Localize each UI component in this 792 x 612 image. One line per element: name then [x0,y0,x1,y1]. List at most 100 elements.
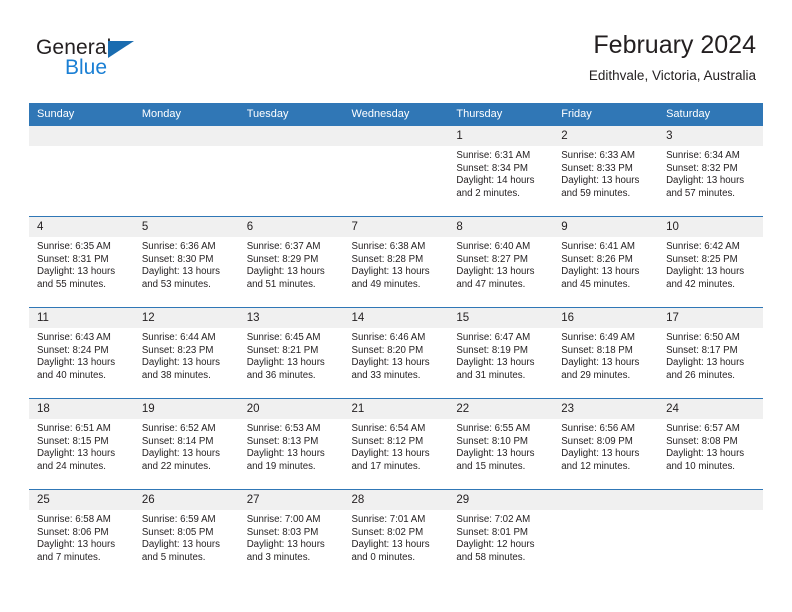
day-cell[interactable] [658,489,763,580]
day-cell[interactable] [238,126,344,217]
day-number [238,126,344,146]
day-number: 19 [133,399,239,419]
sunrise-text: Sunrise: 6:58 AM [37,514,111,525]
day-cell[interactable]: 10 Sunrise: 6:42 AM Sunset: 8:25 PM Dayl… [658,216,763,308]
day-cell[interactable] [343,126,449,217]
day-cell[interactable]: 29 Sunrise: 7:02 AM Sunset: 8:01 PM Dayl… [448,489,554,580]
day-cell[interactable]: 7 Sunrise: 6:38 AM Sunset: 8:28 PM Dayli… [343,216,449,308]
day-cell[interactable]: 3 Sunrise: 6:34 AM Sunset: 8:32 PM Dayli… [658,126,763,217]
day-details: Sunrise: 6:35 AM Sunset: 8:31 PM Dayligh… [29,237,134,291]
day-number: 1 [448,126,554,146]
sunset-text: Sunset: 8:34 PM [456,162,528,174]
day-details: Sunrise: 6:33 AM Sunset: 8:33 PM Dayligh… [553,146,658,200]
day-cell[interactable]: 18 Sunrise: 6:51 AM Sunset: 8:15 PM Dayl… [29,398,134,490]
daylight-line1: Daylight: 13 hours [351,448,430,460]
day-cell[interactable] [133,126,239,217]
day-cell[interactable]: 8 Sunrise: 6:40 AM Sunset: 8:27 PM Dayli… [448,216,554,308]
day-details: Sunrise: 6:45 AM Sunset: 8:21 PM Dayligh… [239,328,344,382]
day-number: 27 [238,490,344,510]
sunrise-text: Sunrise: 6:38 AM [351,241,426,252]
daylight-line2: and 45 minutes. [561,278,631,290]
day-cell[interactable] [553,489,659,580]
day-cell[interactable]: 1 Sunrise: 6:31 AM Sunset: 8:34 PM Dayli… [448,126,554,217]
daylight-line2: and 51 minutes. [246,278,316,290]
sunrise-text: Sunrise: 6:37 AM [246,241,321,252]
daylight-line1: Daylight: 13 hours [666,266,745,278]
triangle-icon [108,41,134,58]
day-cell[interactable]: 21 Sunrise: 6:54 AM Sunset: 8:12 PM Dayl… [343,398,449,490]
day-cell[interactable]: 16 Sunrise: 6:49 AM Sunset: 8:18 PM Dayl… [553,307,659,399]
day-cell[interactable]: 22 Sunrise: 6:55 AM Sunset: 8:10 PM Dayl… [448,398,554,490]
day-cell[interactable]: 14 Sunrise: 6:46 AM Sunset: 8:20 PM Dayl… [343,307,449,399]
daylight-line1: Daylight: 13 hours [37,357,116,369]
sunset-text: Sunset: 8:06 PM [37,526,109,538]
day-cell[interactable]: 5 Sunrise: 6:36 AM Sunset: 8:30 PM Dayli… [133,216,239,308]
day-cell[interactable]: 25 Sunrise: 6:58 AM Sunset: 8:06 PM Dayl… [29,489,134,580]
daylight-line1: Daylight: 13 hours [561,357,640,369]
day-cell[interactable]: 17 Sunrise: 6:50 AM Sunset: 8:17 PM Dayl… [658,307,763,399]
day-cell[interactable]: 11 Sunrise: 6:43 AM Sunset: 8:24 PM Dayl… [29,307,134,399]
day-number: 22 [448,399,554,419]
day-cell[interactable]: 19 Sunrise: 6:52 AM Sunset: 8:14 PM Dayl… [133,398,239,490]
day-number: 6 [238,217,344,237]
day-cell[interactable]: 9 Sunrise: 6:41 AM Sunset: 8:26 PM Dayli… [553,216,659,308]
sunrise-text: Sunrise: 6:56 AM [561,423,635,434]
day-cell[interactable]: 12 Sunrise: 6:44 AM Sunset: 8:23 PM Dayl… [133,307,239,399]
daylight-line2: and 47 minutes. [456,278,526,290]
sunset-text: Sunset: 8:03 PM [246,526,319,538]
daylight-line2: and 17 minutes. [351,460,421,472]
day-number: 20 [238,399,344,419]
day-number [343,126,449,146]
sunrise-text: Sunrise: 6:46 AM [351,332,426,343]
daylight-line1: Daylight: 13 hours [666,357,745,369]
calendar-table: Sunday Monday Tuesday Wednesday Thursday… [29,103,763,580]
page-title: February 2024 [593,31,756,59]
day-details: Sunrise: 6:49 AM Sunset: 8:18 PM Dayligh… [553,328,658,382]
daylight-line1: Daylight: 13 hours [561,266,640,278]
day-details: Sunrise: 6:56 AM Sunset: 8:09 PM Dayligh… [553,419,658,473]
day-cell[interactable]: 27 Sunrise: 7:00 AM Sunset: 8:03 PM Dayl… [238,489,344,580]
sunrise-text: Sunrise: 6:59 AM [141,514,216,525]
day-details: Sunrise: 6:38 AM Sunset: 8:28 PM Dayligh… [344,237,449,291]
day-cell[interactable] [29,126,134,217]
day-cell[interactable]: 13 Sunrise: 6:45 AM Sunset: 8:21 PM Dayl… [238,307,344,399]
sunset-text: Sunset: 8:14 PM [141,435,214,447]
day-cell[interactable]: 6 Sunrise: 6:37 AM Sunset: 8:29 PM Dayli… [238,216,344,308]
sunrise-text: Sunrise: 6:36 AM [141,241,216,252]
day-cell[interactable]: 23 Sunrise: 6:56 AM Sunset: 8:09 PM Dayl… [553,398,659,490]
daylight-line1: Daylight: 13 hours [351,539,430,551]
day-cell[interactable]: 4 Sunrise: 6:35 AM Sunset: 8:31 PM Dayli… [29,216,134,308]
day-details: Sunrise: 6:37 AM Sunset: 8:29 PM Dayligh… [239,237,344,291]
daylight-line2: and 19 minutes. [246,460,316,472]
day-number: 9 [553,217,659,237]
daylight-line1: Daylight: 13 hours [456,266,535,278]
day-details: Sunrise: 6:42 AM Sunset: 8:25 PM Dayligh… [658,237,763,291]
day-details: Sunrise: 6:46 AM Sunset: 8:20 PM Dayligh… [344,328,449,382]
daylight-line2: and 10 minutes. [666,460,735,472]
day-number: 17 [658,308,763,328]
sunset-text: Sunset: 8:10 PM [456,435,528,447]
daylight-line1: Daylight: 13 hours [351,357,430,369]
sunrise-text: Sunrise: 6:41 AM [561,241,635,252]
day-cell[interactable]: 2 Sunrise: 6:33 AM Sunset: 8:33 PM Dayli… [553,126,659,217]
sunset-text: Sunset: 8:21 PM [246,344,319,356]
day-cell[interactable]: 28 Sunrise: 7:01 AM Sunset: 8:02 PM Dayl… [343,489,449,580]
daylight-line1: Daylight: 13 hours [37,448,116,460]
sunset-text: Sunset: 8:01 PM [456,526,528,538]
sunrise-text: Sunrise: 6:42 AM [666,241,740,252]
day-cell[interactable]: 20 Sunrise: 6:53 AM Sunset: 8:13 PM Dayl… [238,398,344,490]
daylight-line1: Daylight: 13 hours [456,357,535,369]
day-cell[interactable]: 26 Sunrise: 6:59 AM Sunset: 8:05 PM Dayl… [133,489,239,580]
weekday-header-monday: Monday [133,103,239,126]
daylight-line1: Daylight: 13 hours [141,357,220,369]
day-cell[interactable]: 15 Sunrise: 6:47 AM Sunset: 8:19 PM Dayl… [448,307,554,399]
weekday-header-friday: Friday [553,103,659,126]
day-number: 15 [448,308,554,328]
day-cell[interactable]: 24 Sunrise: 6:57 AM Sunset: 8:08 PM Dayl… [658,398,763,490]
sunrise-text: Sunrise: 6:45 AM [246,332,321,343]
daylight-line1: Daylight: 13 hours [246,266,325,278]
day-details: Sunrise: 7:02 AM Sunset: 8:01 PM Dayligh… [448,510,553,564]
day-details: Sunrise: 6:43 AM Sunset: 8:24 PM Dayligh… [29,328,134,382]
sunrise-text: Sunrise: 6:54 AM [351,423,426,434]
daylight-line2: and 3 minutes. [246,551,311,563]
